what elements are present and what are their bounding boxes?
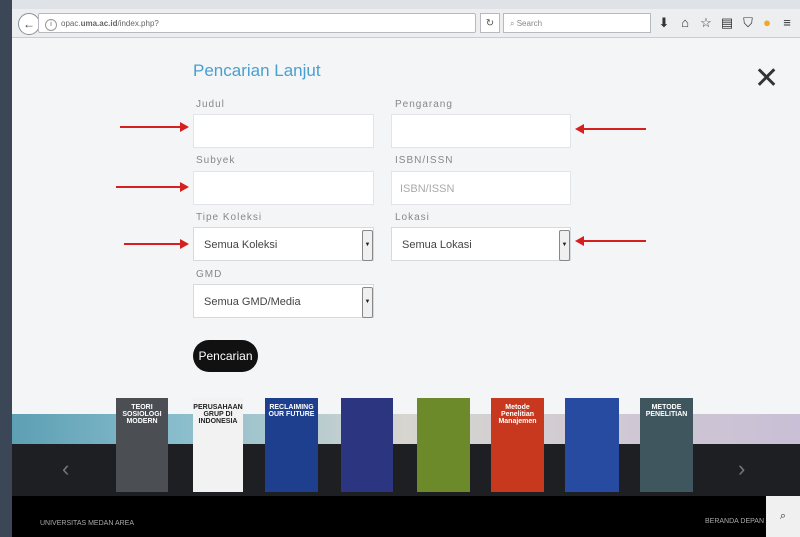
pocket-icon[interactable]: ⛉ bbox=[739, 13, 757, 33]
book-title bbox=[565, 398, 619, 404]
annotation-arrow-line bbox=[584, 240, 646, 242]
book-cover[interactable]: Metode Penelitian Manajemen bbox=[491, 398, 544, 492]
carousel-prev-icon[interactable]: ‹ bbox=[62, 456, 69, 482]
url-domain: uma.ac.id bbox=[80, 19, 118, 28]
book-carousel: ‹ › TEORI SOSIOLOGI MODERN PERUSAHAAN GR… bbox=[12, 396, 800, 496]
book-cover[interactable] bbox=[417, 398, 470, 492]
judul-input[interactable] bbox=[193, 114, 374, 148]
subyek-input[interactable] bbox=[193, 171, 374, 205]
tipe-koleksi-select[interactable]: Semua Koleksi ▼ bbox=[193, 227, 374, 261]
close-icon[interactable]: ✕ bbox=[754, 64, 779, 94]
annotation-arrow-right-icon bbox=[180, 239, 189, 249]
lokasi-select[interactable]: Semua Lokasi ▼ bbox=[391, 227, 571, 261]
book-title bbox=[341, 398, 393, 404]
subyek-label: Subyek bbox=[196, 155, 236, 166]
lokasi-label: Lokasi bbox=[395, 212, 430, 223]
book-title bbox=[417, 398, 470, 404]
pengarang-input[interactable] bbox=[391, 114, 571, 148]
bookmarks-list-icon[interactable]: ▤ bbox=[718, 13, 736, 33]
footer-home-link[interactable]: BERANDA DEPAN bbox=[705, 518, 764, 525]
back-icon[interactable]: ← bbox=[18, 13, 40, 35]
tab-strip bbox=[12, 0, 800, 9]
browser-search-input[interactable]: ⌕ Search bbox=[503, 13, 651, 33]
reload-icon[interactable]: ↻ bbox=[480, 13, 500, 33]
annotation-arrow-right-icon bbox=[180, 182, 189, 192]
search-icon[interactable]: ⌕ bbox=[766, 496, 800, 537]
book-title: Metode Penelitian Manajemen bbox=[498, 404, 537, 425]
home-icon[interactable]: ⌂ bbox=[676, 13, 694, 33]
chevron-down-icon[interactable]: ▼ bbox=[362, 287, 373, 318]
extension-icon[interactable]: ● bbox=[758, 13, 776, 33]
info-icon[interactable]: i bbox=[45, 19, 57, 31]
chevron-down-icon[interactable]: ▼ bbox=[559, 230, 570, 261]
book-title: PERUSAHAAN GRUP DI INDONESIA bbox=[193, 404, 243, 425]
search-icon: ⌕ bbox=[510, 19, 517, 28]
tipe-koleksi-value: Semua Koleksi bbox=[204, 239, 278, 251]
book-cover[interactable]: TEORI SOSIOLOGI MODERN bbox=[116, 398, 168, 492]
gmd-value: Semua GMD/Media bbox=[204, 296, 301, 308]
pencarian-button[interactable]: Pencarian bbox=[193, 340, 258, 372]
browser-search-placeholder: Search bbox=[516, 19, 543, 28]
annotation-arrow-left-icon bbox=[575, 236, 584, 246]
pengarang-label: Pengarang bbox=[395, 99, 453, 110]
chevron-down-icon[interactable]: ▼ bbox=[362, 230, 373, 261]
footer: UNIVERSITAS MEDAN AREA BERANDA DEPAN ⌕ bbox=[12, 496, 800, 537]
menu-icon[interactable]: ≡ bbox=[778, 13, 796, 33]
isbn-input[interactable]: ISBN/ISSN bbox=[391, 171, 571, 205]
url-prefix: opac. bbox=[61, 19, 81, 28]
book-title: METODE PENELITIAN bbox=[645, 404, 688, 418]
book-cover[interactable]: RECLAIMING OUR FUTURE bbox=[265, 398, 318, 492]
annotation-arrow-left-icon bbox=[575, 124, 584, 134]
gmd-select[interactable]: Semua GMD/Media ▼ bbox=[193, 284, 374, 318]
isbn-label: ISBN/ISSN bbox=[395, 155, 454, 166]
annotation-arrow-right-icon bbox=[180, 122, 189, 132]
page-title: Pencarian Lanjut bbox=[193, 61, 321, 80]
book-title: RECLAIMING OUR FUTURE bbox=[268, 404, 315, 418]
annotation-arrow-line bbox=[584, 128, 646, 130]
bookmark-star-icon[interactable]: ☆ bbox=[697, 13, 715, 33]
book-title: TEORI SOSIOLOGI MODERN bbox=[122, 404, 162, 425]
book-cover[interactable]: PERUSAHAAN GRUP DI INDONESIA bbox=[193, 398, 243, 492]
book-cover[interactable] bbox=[565, 398, 619, 492]
judul-label: Judul bbox=[196, 99, 225, 110]
annotation-arrow-line bbox=[124, 243, 180, 245]
tipe-koleksi-label: Tipe Koleksi bbox=[196, 212, 263, 223]
isbn-placeholder: ISBN/ISSN bbox=[400, 183, 455, 195]
lokasi-value: Semua Lokasi bbox=[402, 239, 472, 251]
download-icon[interactable]: ⬇ bbox=[655, 13, 673, 33]
url-path: /index.php? bbox=[117, 19, 159, 28]
annotation-arrow-line bbox=[120, 126, 180, 128]
left-edge bbox=[0, 0, 12, 537]
gmd-label: GMD bbox=[196, 269, 223, 280]
footer-university-name: UNIVERSITAS MEDAN AREA bbox=[40, 520, 135, 527]
book-cover[interactable] bbox=[341, 398, 393, 492]
address-bar[interactable]: i opac.uma.ac.id/index.php? bbox=[38, 13, 476, 33]
book-cover[interactable]: METODE PENELITIAN bbox=[640, 398, 693, 492]
annotation-arrow-line bbox=[116, 186, 180, 188]
carousel-next-icon[interactable]: › bbox=[738, 456, 745, 482]
